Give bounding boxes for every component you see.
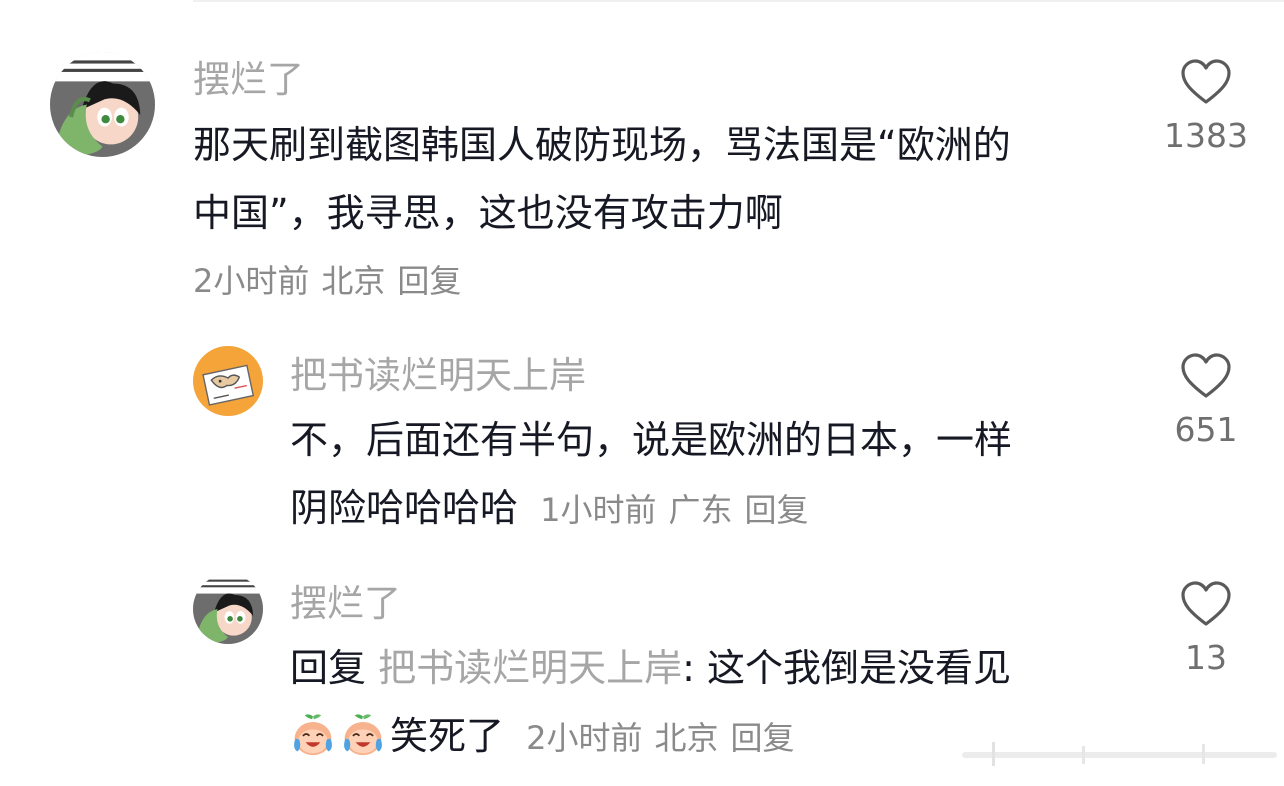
comment-text-line-with-meta: 阴险哈哈哈哈 1小时前 广东 回复	[290, 474, 1120, 544]
comment-meta: 2小时前 北京 回复	[526, 719, 806, 757]
like-button[interactable]: 1383	[1161, 58, 1251, 156]
comment-section: 摆烂了 那天刷到截图韩国人破防现场，骂法国是“欧洲的 中国”，我寻思，这也没有攻…	[0, 0, 1284, 786]
heart-icon[interactable]	[1161, 58, 1251, 106]
comment-text-line: 中国”，我寻思，这也没有攻击力啊	[193, 191, 783, 235]
reply-button[interactable]: 回复	[745, 491, 809, 529]
paper-doodle-avatar-icon[interactable]	[193, 346, 263, 416]
comment-username[interactable]: 摆烂了	[193, 58, 304, 102]
heart-icon[interactable]	[1161, 352, 1251, 400]
reply-button[interactable]: 回复	[397, 262, 461, 300]
watermark-icon	[962, 742, 1277, 766]
buttercup-avatar-icon[interactable]	[50, 52, 155, 157]
buttercup-avatar-icon[interactable]	[193, 574, 263, 644]
comment-text: 那天刷到截图韩国人破防现场，骂法国是“欧洲的 中国”，我寻思，这也没有攻击力啊	[193, 111, 1133, 247]
reply-button[interactable]: 回复	[731, 719, 795, 757]
comment-location: 北京	[654, 719, 719, 757]
heart-icon[interactable]	[1161, 580, 1251, 628]
comment-meta: 2小时前 北京 回复	[193, 261, 473, 301]
comment-username[interactable]: 摆烂了	[290, 582, 401, 626]
comment-time: 2小时前	[526, 719, 643, 757]
comment-text-line: 回复 把书读烂明天上岸: 这个我倒是没看见	[290, 634, 1120, 702]
crying-laughing-peach-icon	[294, 714, 332, 756]
like-count: 1383	[1164, 116, 1248, 155]
like-button[interactable]: 13	[1161, 580, 1251, 678]
reply-prefix: 回复	[290, 646, 367, 690]
comment-time: 2小时前	[193, 262, 310, 300]
comment-meta: 1小时前 广东 回复	[540, 491, 820, 529]
comment-location: 广东	[668, 491, 733, 529]
crying-laughing-peach-icon	[344, 714, 382, 756]
comment-text-tail: 笑死了	[390, 714, 505, 758]
mention-link[interactable]: 把书读烂明天上岸	[378, 646, 682, 690]
comment-text-line: 不，后面还有半句，说是欧洲的日本，一样	[290, 418, 1013, 462]
comment-username[interactable]: 把书读烂明天上岸	[290, 354, 586, 398]
comment-text-line: 那天刷到截图韩国人破防现场，骂法国是“欧洲的	[193, 123, 1011, 167]
comment-time: 1小时前	[540, 491, 657, 529]
comment-location: 北京	[321, 262, 386, 300]
comment-text: 不，后面还有半句，说是欧洲的日本，一样 阴险哈哈哈哈 1小时前 广东 回复	[290, 406, 1120, 544]
like-button[interactable]: 651	[1161, 352, 1251, 450]
like-count: 651	[1174, 410, 1238, 449]
comment-text-body: : 这个我倒是没看见	[682, 646, 1012, 690]
comment-text-tail: 阴险哈哈哈哈	[290, 486, 519, 530]
like-count: 13	[1185, 638, 1227, 677]
divider	[193, 0, 1284, 2]
